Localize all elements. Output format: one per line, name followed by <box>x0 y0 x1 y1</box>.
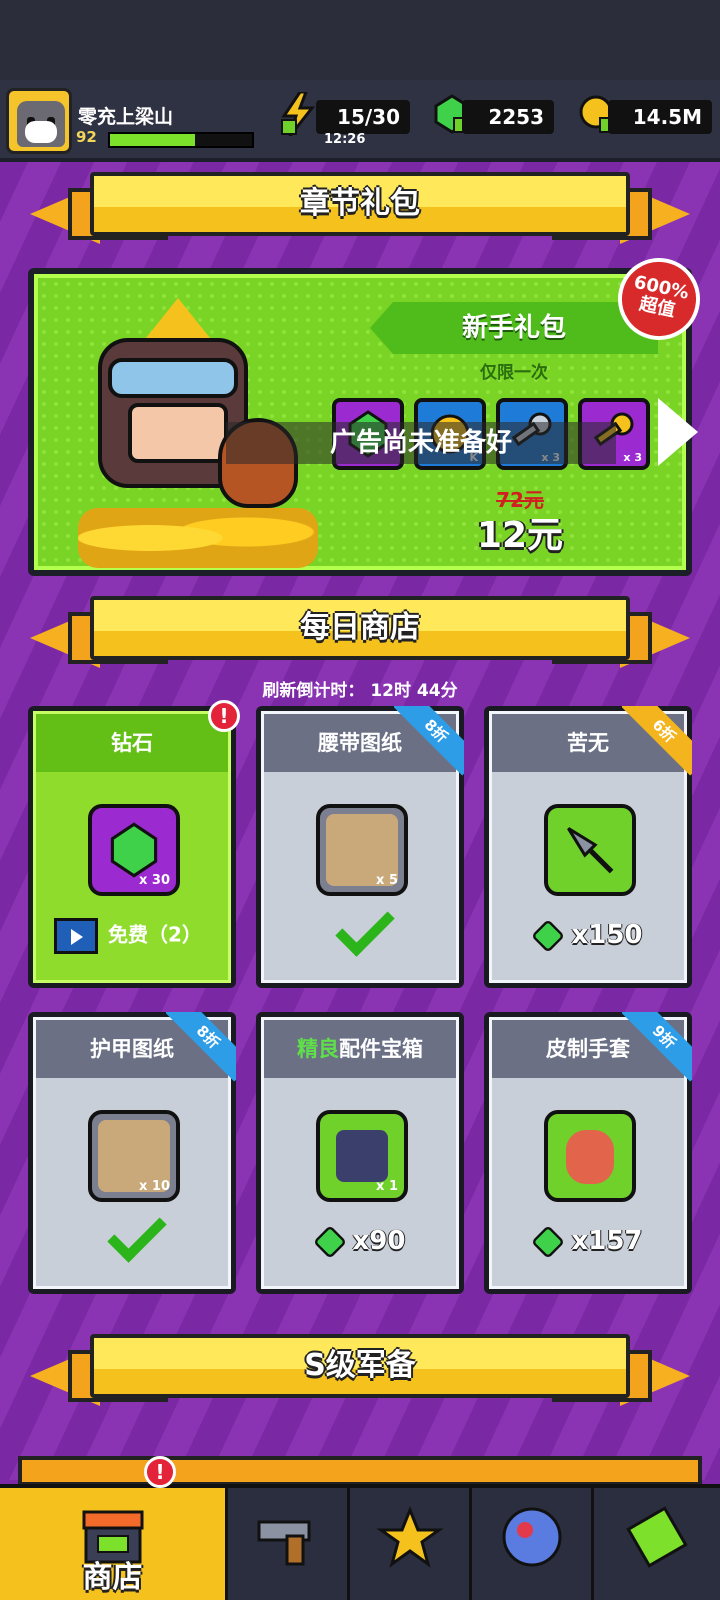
shop-item-leather-gloves[interactable]: 皮制手套 x157 9折 <box>484 1012 692 1294</box>
purchased-check-icon <box>335 897 395 957</box>
rarity-label: 精良 <box>297 1037 339 1061</box>
energy-icon[interactable] <box>280 92 316 136</box>
alert-badge-icon: ! <box>208 700 240 732</box>
energy-counter: 15/30 <box>316 100 410 134</box>
item-title-text: 配件宝箱 <box>339 1037 423 1061</box>
xp-fill <box>110 134 196 146</box>
coin-counter: 14.5M <box>608 100 712 134</box>
nav-weapons[interactable] <box>228 1488 350 1600</box>
discount-label: 6折 <box>622 706 692 776</box>
player-avatar[interactable] <box>6 88 72 154</box>
nav-battle[interactable] <box>350 1488 472 1600</box>
ad-not-ready-toast: 广告尚未准备好 <box>226 422 616 464</box>
item-tile: x 5 <box>316 804 408 896</box>
nav-talents[interactable] <box>472 1488 594 1600</box>
glove-icon <box>566 1130 614 1184</box>
discount-tag: 6折 <box>622 706 692 776</box>
shop-item-armor-blueprint[interactable]: 护甲图纸 x 10 8折 <box>28 1012 236 1294</box>
item-tile: x 10 <box>88 1110 180 1202</box>
reward-qty: x 3 <box>623 451 642 464</box>
gem-price[interactable]: x157 <box>492 1224 684 1259</box>
price-value: x157 <box>571 1226 643 1256</box>
discount-tag: 8折 <box>166 1012 236 1082</box>
shop-item-diamond[interactable]: 钻石 x 30 免费（2） ! <box>28 700 240 988</box>
pack-name: 新手礼包 <box>370 302 658 354</box>
shop-item-kunai[interactable]: 苦无 x150 6折 <box>484 706 692 988</box>
item-tile: x 1 <box>316 1110 408 1202</box>
pack-limit: 仅限一次 <box>480 363 548 383</box>
energy-timer: 12:26 <box>324 132 366 147</box>
purchased-check-icon <box>107 1203 167 1263</box>
item-title: 钻石 <box>36 714 228 772</box>
free-claim-button[interactable]: 免费（2） <box>54 918 228 954</box>
item-qty: x 30 <box>138 873 170 888</box>
gem-icon <box>531 1224 566 1259</box>
item-tile: x 30 <box>88 804 180 896</box>
discount-tag: 9折 <box>622 1012 692 1082</box>
item-title: 精良配件宝箱 <box>264 1020 456 1078</box>
s-gear-promo-strip[interactable] <box>18 1456 702 1486</box>
shop-item-belt-blueprint[interactable]: 腰带图纸 x 5 8折 <box>256 706 464 988</box>
card-body: 精良配件宝箱 x 1 x90 <box>261 1017 459 1289</box>
player-level: 92 <box>76 128 97 146</box>
nav-shop[interactable]: 商店 ! <box>0 1456 228 1600</box>
kunai-icon <box>567 827 614 874</box>
starter-pack-inner: 新手礼包 仅限一次 K x 3 x 3 广告尚未准备好 72元 12元 <box>34 274 698 570</box>
top-bar: 零充上梁山 92 15/30 12:26 2253 14.5M <box>0 80 720 162</box>
status-bar <box>0 0 720 80</box>
discount-tag: 8折 <box>394 706 464 776</box>
hero-visor <box>108 358 238 398</box>
price-value: x150 <box>571 920 643 950</box>
weapon-icon <box>257 1520 310 1566</box>
price-value: x90 <box>352 1226 406 1256</box>
gem-price[interactable]: x90 <box>264 1224 456 1259</box>
refresh-countdown: 刷新倒计时： 12时 44分 <box>262 681 458 701</box>
chapter-pack-banner: 章节礼包 <box>30 172 690 248</box>
nav-evolution[interactable] <box>594 1488 720 1600</box>
s-gear-banner: S级军备 <box>30 1334 690 1410</box>
evolution-icon <box>626 1506 688 1568</box>
chest-icon <box>336 1130 388 1182</box>
battle-icon <box>375 1505 444 1568</box>
discount-label: 8折 <box>166 1012 236 1082</box>
gem-counter: 2253 <box>462 100 554 134</box>
player-name: 零充上梁山 <box>78 106 174 128</box>
shop-item-accessory-chest[interactable]: 精良配件宝箱 x 1 x90 <box>256 1012 464 1294</box>
xp-bar <box>108 132 254 148</box>
item-qty: x 1 <box>376 1179 398 1194</box>
hero-face <box>128 403 228 463</box>
starter-pack-card[interactable]: 新手礼包 仅限一次 K x 3 x 3 广告尚未准备好 72元 12元 <box>28 268 698 576</box>
alert-badge-icon: ! <box>144 1456 176 1488</box>
gem-price[interactable]: x150 <box>492 918 684 953</box>
nav-shop-label: 商店 <box>82 1560 143 1595</box>
item-qty: x 10 <box>138 1179 170 1194</box>
avatar-face <box>25 121 57 143</box>
gem-icon <box>312 1224 347 1259</box>
item-qty: x 5 <box>376 873 398 888</box>
discount-label: 8折 <box>394 706 464 776</box>
section-title: 章节礼包 <box>90 172 630 236</box>
section-title: 每日商店 <box>90 596 630 660</box>
bottom-nav: 商店 ! <box>0 1456 720 1600</box>
daily-shop-banner: 每日商店 <box>30 596 690 672</box>
video-ad-icon <box>54 918 98 954</box>
next-pack-arrow-icon[interactable] <box>658 398 698 466</box>
buy-price-button[interactable]: 12元 <box>430 506 610 558</box>
talent-orb-icon <box>502 1507 561 1567</box>
item-tile <box>544 1110 636 1202</box>
discount-label: 9折 <box>622 1012 692 1082</box>
gem-icon <box>531 918 566 953</box>
card-body: 钻石 x 30 免费（2） <box>33 711 231 983</box>
section-title: S级军备 <box>90 1334 630 1398</box>
free-count: 免费（2） <box>108 922 202 947</box>
item-tile <box>544 804 636 896</box>
coin-pile-icon <box>78 508 318 568</box>
